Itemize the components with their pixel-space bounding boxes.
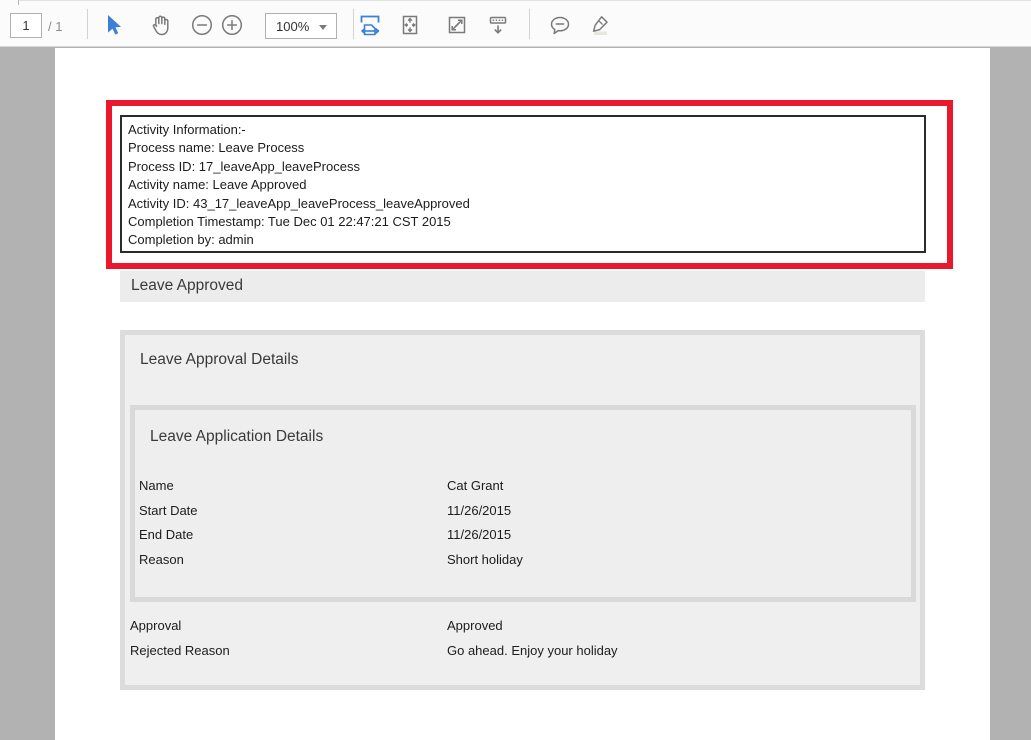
leave-application-details-panel: Leave Application Details Name Cat Grant… [130,405,916,602]
toolbar-separator [353,9,354,39]
field-row: Approval Approved [130,613,910,638]
panel-title: Leave Application Details [150,428,323,446]
field-value: 11/26/2015 [447,523,511,548]
fit-page-icon [398,13,422,37]
page-number-input[interactable] [10,13,42,38]
highlight-icon [587,13,611,37]
fit-page-button[interactable] [397,12,423,38]
comment-button[interactable] [547,12,573,38]
zoom-out-icon [190,13,214,37]
leave-approval-details-panel: Leave Approval Details Leave Application… [120,330,925,690]
window-top-tick [18,0,19,5]
highlight-button[interactable] [586,12,612,38]
leave-approved-section-header: Leave Approved [120,271,925,302]
zoom-in-icon [220,13,244,37]
panel-title: Leave Approval Details [140,351,299,369]
field-value: 11/26/2015 [447,499,511,524]
pdf-toolbar: / 1 100% [0,0,1031,47]
zoom-level-select[interactable]: 100% [265,13,337,39]
field-label: Start Date [139,499,198,524]
fit-width-button[interactable] [357,12,383,38]
field-row: Rejected Reason Go ahead. Enjoy your hol… [130,638,910,663]
comment-icon [548,13,572,37]
field-label: Name [139,474,174,499]
section-title: Leave Approved [131,277,243,295]
field-label: Approval [130,613,181,638]
activity-info-line: Completion Timestamp: Tue Dec 01 22:47:2… [128,213,924,231]
approval-fields: Approval Approved Rejected Reason Go ahe… [130,613,910,663]
window-top-edge [19,0,1031,1]
select-tool-button[interactable] [101,12,127,38]
field-value: Short holiday [447,548,523,573]
field-value: Go ahead. Enjoy your holiday [447,638,618,663]
zoom-out-button[interactable] [189,12,215,38]
activity-info-line: Process name: Leave Process [128,139,924,157]
application-fields: Name Cat Grant Start Date 11/26/2015 End… [139,474,909,572]
activity-info-line: Activity Information:- [128,121,924,139]
pdf-viewer: { "toolbar": { "page_number": "1", "page… [0,0,1031,740]
field-row: Reason Short holiday [139,548,909,573]
zoom-level-value: 100% [276,19,309,34]
activity-info-line: Activity ID: 43_17_leaveApp_leaveProcess… [128,195,924,213]
field-label: Reason [139,548,184,573]
zoom-in-button[interactable] [219,12,245,38]
toolbar-separator [87,9,88,39]
select-cursor-icon [102,13,126,37]
activity-info-line: Activity name: Leave Approved [128,176,924,194]
presentation-button[interactable] [485,12,511,38]
field-row: End Date 11/26/2015 [139,523,909,548]
field-value: Cat Grant [447,474,503,499]
page-count-label: / 1 [48,19,62,34]
toolbar-separator [529,9,530,39]
presentation-icon [486,13,510,37]
field-label: Rejected Reason [130,638,230,663]
hand-pan-icon [148,13,172,37]
chevron-down-icon [319,25,327,30]
activity-information-box: Activity Information:- Process name: Lea… [120,115,926,253]
fit-width-icon [358,13,382,37]
field-row: Name Cat Grant [139,474,909,499]
field-value: Approved [447,613,503,638]
actual-size-button[interactable] [444,12,470,38]
hand-tool-button[interactable] [147,12,173,38]
document-page: Activity Information:- Process name: Lea… [55,48,990,740]
activity-info-line: Completion by: admin [128,231,924,249]
activity-info-line: Process ID: 17_leaveApp_leaveProcess [128,158,924,176]
actual-size-icon [445,13,469,37]
field-label: End Date [139,523,193,548]
field-row: Start Date 11/26/2015 [139,499,909,524]
